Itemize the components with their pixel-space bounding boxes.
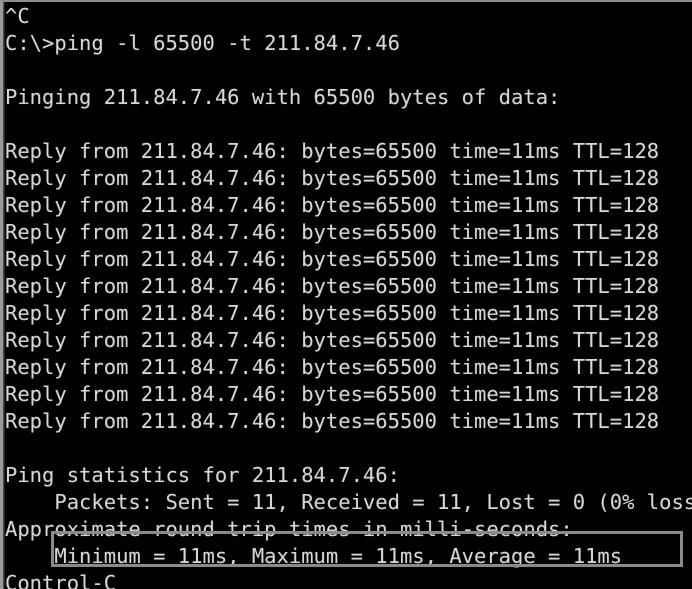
ping-reply-line: Reply from 211.84.7.46: bytes=65500 time… bbox=[5, 355, 660, 379]
command-prompt-window[interactable]: ^C C:\>ping -l 65500 -t 211.84.7.46 Ping… bbox=[0, 0, 692, 589]
ping-reply-line: Reply from 211.84.7.46: bytes=65500 time… bbox=[5, 328, 660, 352]
ping-reply-line: Reply from 211.84.7.46: bytes=65500 time… bbox=[5, 301, 660, 325]
round-trip-times-values: Minimum = 11ms, Maximum = 11ms, Average … bbox=[5, 544, 623, 568]
terminal-output-area[interactable]: ^C C:\>ping -l 65500 -t 211.84.7.46 Ping… bbox=[3, 2, 692, 589]
ping-reply-line: Reply from 211.84.7.46: bytes=65500 time… bbox=[5, 247, 660, 271]
ping-reply-line: Reply from 211.84.7.46: bytes=65500 time… bbox=[5, 139, 660, 163]
ping-reply-line: Reply from 211.84.7.46: bytes=65500 time… bbox=[5, 409, 660, 433]
ping-reply-line: Reply from 211.84.7.46: bytes=65500 time… bbox=[5, 220, 660, 244]
ping-reply-line: Reply from 211.84.7.46: bytes=65500 time… bbox=[5, 274, 660, 298]
control-c-line: Control-C bbox=[5, 571, 117, 589]
pinging-header-line: Pinging 211.84.7.46 with 65500 bytes of … bbox=[5, 85, 561, 109]
ping-statistics-header: Ping statistics for 211.84.7.46: bbox=[5, 463, 400, 487]
terminal-line: ^C bbox=[5, 4, 30, 28]
command-input-line[interactable]: C:\>ping -l 65500 -t 211.84.7.46 bbox=[3, 30, 692, 57]
ping-reply-line: Reply from 211.84.7.46: bytes=65500 time… bbox=[5, 166, 660, 190]
round-trip-times-header: Approximate round trip times in milli-se… bbox=[5, 517, 573, 541]
ping-reply-line: Reply from 211.84.7.46: bytes=65500 time… bbox=[5, 382, 660, 406]
packets-summary-line: Packets: Sent = 11, Received = 11, Lost … bbox=[5, 490, 692, 514]
ping-reply-line: Reply from 211.84.7.46: bytes=65500 time… bbox=[5, 193, 660, 217]
